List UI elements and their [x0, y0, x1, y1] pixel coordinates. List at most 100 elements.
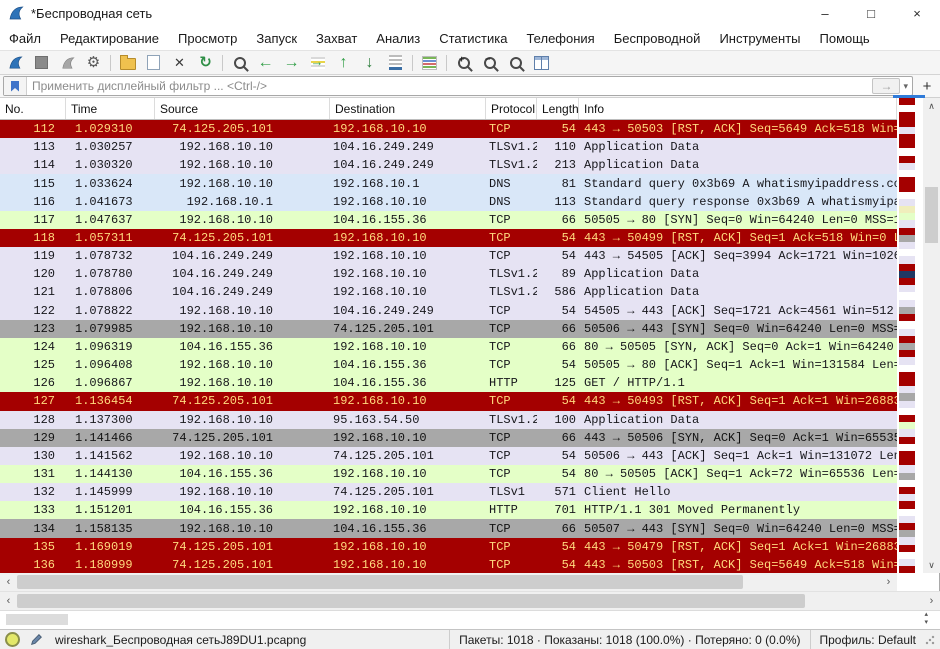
go-to-packet-button[interactable]: → [305, 52, 330, 73]
reload-file-button[interactable]: ↻ [193, 52, 218, 73]
minimize-button[interactable]: – [802, 0, 848, 26]
scroll-left-button[interactable]: ‹ [0, 574, 17, 591]
packet-row-119[interactable]: 1191.078732104.16.249.249192.168.10.10TC… [0, 247, 897, 265]
packet-row-130[interactable]: 1301.141562192.168.10.1074.125.205.101TC… [0, 447, 897, 465]
menu-item-5[interactable]: Анализ [376, 31, 420, 46]
packet-minimap[interactable] [899, 98, 915, 573]
open-file-button[interactable] [115, 52, 140, 73]
zoom-out-button[interactable]: − [477, 52, 502, 73]
packet-row-127[interactable]: 1271.13645474.125.205.101192.168.10.10TC… [0, 392, 897, 410]
packet-row-120[interactable]: 1201.078780104.16.249.249192.168.10.10TL… [0, 265, 897, 283]
column-header-destination[interactable]: Destination [330, 98, 486, 119]
packet-row-133[interactable]: 1331.151201104.16.155.36192.168.10.10HTT… [0, 501, 897, 519]
packet-row-131[interactable]: 1311.144130104.16.155.36192.168.10.10TCP… [0, 465, 897, 483]
vertical-scrollbar-thumb[interactable] [925, 187, 938, 243]
maximize-button[interactable]: □ [848, 0, 894, 26]
minimap-stripe [899, 177, 915, 184]
auto-scroll-button[interactable] [383, 52, 408, 73]
packet-row-134[interactable]: 1341.158135192.168.10.10104.16.155.36TCP… [0, 519, 897, 537]
go-first-packet-button[interactable]: ↑ [331, 52, 356, 73]
packet-row-117[interactable]: 1171.047637192.168.10.10104.16.155.36TCP… [0, 211, 897, 229]
menu-item-8[interactable]: Беспроводной [614, 31, 701, 46]
colorize-packets-button[interactable] [417, 52, 442, 73]
packet-row-126[interactable]: 1261.096867192.168.10.10104.16.155.36HTT… [0, 374, 897, 392]
scroll-down-button[interactable]: ∨ [923, 557, 940, 573]
packet-row-113[interactable]: 1131.030257192.168.10.10104.16.249.249TL… [0, 138, 897, 156]
scroll-up-button[interactable]: ∧ [923, 98, 940, 114]
minimap-stripe [899, 192, 915, 199]
resize-grip[interactable] [925, 635, 935, 645]
menu-item-4[interactable]: Захват [316, 31, 357, 46]
collapsed-pane-spinner[interactable]: ▴▾ [924, 611, 928, 627]
menu-item-9[interactable]: Инструменты [719, 31, 800, 46]
restart-capture-button[interactable] [55, 52, 80, 73]
start-capture-button[interactable] [3, 52, 28, 73]
column-header-time[interactable]: Time [66, 98, 155, 119]
packet-row-124[interactable]: 1241.096319104.16.155.36192.168.10.10TCP… [0, 338, 897, 356]
menu-item-10[interactable]: Помощь [820, 31, 870, 46]
capture-comment-icon[interactable] [30, 633, 43, 646]
column-header-protocol[interactable]: Protocol [486, 98, 537, 119]
menu-item-0[interactable]: Файл [9, 31, 41, 46]
filter-dropdown-caret[interactable]: ▾ [902, 81, 912, 92]
save-file-button[interactable] [141, 52, 166, 73]
close-button[interactable]: × [894, 0, 940, 26]
menu-item-6[interactable]: Статистика [439, 31, 507, 46]
packet-row-129[interactable]: 1291.14146674.125.205.101192.168.10.10TC… [0, 429, 897, 447]
packet-row-135[interactable]: 1351.16901974.125.205.101192.168.10.10TC… [0, 538, 897, 556]
packet-row-115[interactable]: 1151.033624192.168.10.10192.168.10.1DNS8… [0, 174, 897, 192]
stop-capture-button[interactable] [29, 52, 54, 73]
vertical-scrollbar[interactable]: ∧ ∨ [923, 98, 940, 573]
filter-bookmark-button[interactable] [4, 77, 27, 95]
packet-list-hscrollbar[interactable]: ‹ › [0, 573, 897, 591]
go-forward-button[interactable]: → [279, 52, 304, 73]
capture-filename[interactable]: wireshark_Беспроводная сетьJ89DU1.pcapng [55, 633, 306, 647]
column-header-no[interactable]: No. [0, 98, 66, 119]
packet-row-125[interactable]: 1251.096408192.168.10.10104.16.155.36TCP… [0, 356, 897, 374]
find-packet-button[interactable] [227, 52, 252, 73]
packet-row-128[interactable]: 1281.137300192.168.10.1095.163.54.50TLSv… [0, 411, 897, 429]
display-filter-input[interactable] [27, 79, 872, 93]
packet-row-116[interactable]: 1161.041673192.168.10.1192.168.10.10DNS1… [0, 193, 897, 211]
menu-item-7[interactable]: Телефония [526, 31, 594, 46]
packet-row-132[interactable]: 1321.145999192.168.10.1074.125.205.101TL… [0, 483, 897, 501]
packet-row-122[interactable]: 1221.078822192.168.10.10104.16.249.249TC… [0, 302, 897, 320]
packet-cell: 192.168.10.10 [155, 213, 330, 227]
packet-cell: Client Hello [579, 485, 897, 499]
scroll-right-button[interactable]: › [880, 574, 897, 591]
apply-filter-button[interactable]: → [872, 78, 900, 94]
packet-cell: 50505 → 80 [SYN] Seq=0 Win=64240 Len=0 M… [579, 213, 897, 227]
menu-item-1[interactable]: Редактирование [60, 31, 159, 46]
profile-label[interactable]: Профиль: Default [811, 633, 926, 647]
packet-row-121[interactable]: 1211.078806104.16.249.249192.168.10.10TL… [0, 283, 897, 301]
toolbar-separator [412, 55, 413, 71]
menu-item-2[interactable]: Просмотр [178, 31, 237, 46]
zoom-normal-button[interactable] [503, 52, 528, 73]
capture-options-button[interactable]: ⚙ [81, 52, 106, 73]
resize-columns-button[interactable] [529, 52, 554, 73]
go-back-button[interactable]: ← [253, 52, 278, 73]
packet-row-112[interactable]: 1121.02931074.125.205.101192.168.10.10TC… [0, 120, 897, 138]
zoom-in-button[interactable]: + [451, 52, 476, 73]
column-header-info[interactable]: Info [579, 98, 897, 119]
packet-row-136[interactable]: 1361.18099974.125.205.101192.168.10.10TC… [0, 556, 897, 573]
collapsed-pane-thumb[interactable] [6, 614, 68, 625]
close-file-button[interactable]: ✕ [167, 52, 192, 73]
go-last-packet-button[interactable]: ↓ [357, 52, 382, 73]
expert-info-icon[interactable] [5, 632, 20, 647]
packet-row-114[interactable]: 1141.030320192.168.10.10104.16.249.249TL… [0, 156, 897, 174]
spin-down-icon[interactable]: ▾ [924, 619, 928, 627]
scroll-right-button[interactable]: › [923, 593, 940, 610]
packet-row-123[interactable]: 1231.079985192.168.10.1074.125.205.101TC… [0, 320, 897, 338]
lower-hscrollbar[interactable]: ‹ › [0, 591, 940, 610]
add-filter-button[interactable]: + [917, 77, 937, 95]
minimap-stripe [899, 228, 915, 235]
menu-item-3[interactable]: Запуск [256, 31, 297, 46]
hscrollbar-thumb[interactable] [17, 594, 805, 608]
spin-up-icon[interactable]: ▴ [924, 611, 928, 619]
scroll-left-button[interactable]: ‹ [0, 593, 17, 610]
hscrollbar-thumb[interactable] [17, 575, 743, 589]
column-header-source[interactable]: Source [155, 98, 330, 119]
column-header-length[interactable]: Length [537, 98, 579, 119]
packet-row-118[interactable]: 1181.05731174.125.205.101192.168.10.10TC… [0, 229, 897, 247]
